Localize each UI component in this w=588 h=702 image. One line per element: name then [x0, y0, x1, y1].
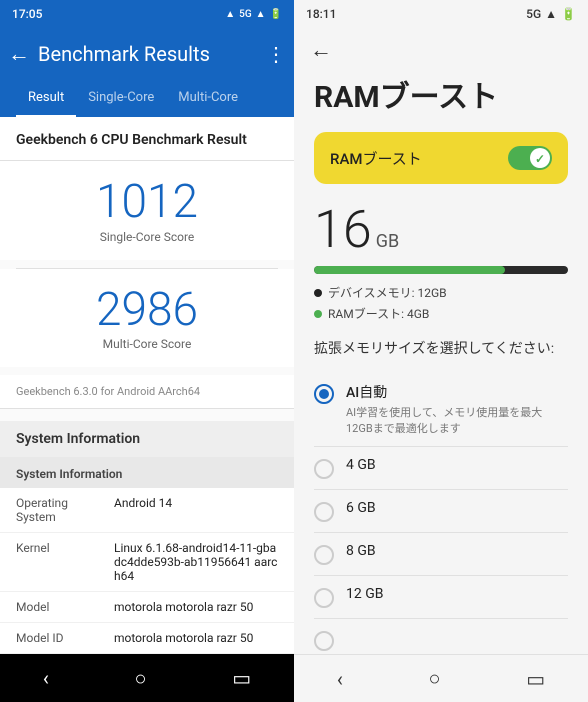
radio-option-ai[interactable]: AI自動 AI学習を使用して、メモリ使用量を最大12GBまで最適化します: [314, 372, 568, 447]
signal-right: ▲: [545, 7, 557, 21]
gb-display: 16 GB: [314, 204, 568, 256]
progress-bar-fill: [314, 266, 505, 274]
ram-boost-toggle[interactable]: ✓: [508, 146, 552, 170]
legend-device-label: デバイスメモリ: 12GB: [328, 284, 447, 301]
back-button-left[interactable]: ←: [8, 41, 30, 67]
system-info-header-label: System Information: [16, 467, 122, 481]
nav-home-icon-right[interactable]: ○: [429, 666, 441, 691]
info-key-os: Operating System: [16, 496, 106, 524]
nav-back-icon[interactable]: ‹: [43, 666, 49, 690]
table-row: Model ID motorola motorola razr 50: [0, 623, 294, 654]
multi-core-score: 2986: [16, 285, 278, 336]
expand-label: 拡張メモリサイズを選択してください:: [314, 338, 568, 358]
memory-legend: デバイスメモリ: 12GB RAMブースト: 4GB: [314, 284, 568, 322]
nav-bar-left: ‹ ○ ▭: [0, 654, 294, 702]
table-row: Kernel Linux 6.1.68-android14-11-gbadc4d…: [0, 533, 294, 592]
gb-number: 16: [314, 204, 372, 256]
info-value-model-id: motorola motorola razr 50: [114, 631, 278, 645]
battery-icon: 🔋: [270, 9, 282, 20]
ram-boost-toggle-label: RAMブースト: [330, 148, 422, 169]
radio-label-12gb: 12 GB: [346, 586, 383, 602]
multi-core-section: 2986 Multi-Core Score: [0, 269, 294, 368]
radio-option-8gb[interactable]: 8 GB: [314, 533, 568, 576]
battery-right: 🔋: [561, 7, 576, 21]
single-core-section: 1012 Single-Core Score: [0, 161, 294, 260]
radio-circle-6gb: [314, 502, 334, 522]
info-table: System Information Operating System Andr…: [0, 457, 294, 654]
info-key-kernel: Kernel: [16, 541, 106, 583]
time-left: 17:05: [12, 7, 42, 21]
top-bar-right: ←: [294, 28, 588, 72]
nav-home-icon[interactable]: ○: [135, 666, 147, 691]
info-key-model: Model: [16, 600, 106, 614]
legend-dot-ram: [314, 310, 322, 318]
info-value-model: motorola motorola razr 50: [114, 600, 278, 614]
system-info-section-title: System Information: [0, 421, 294, 457]
left-panel: 17:05 ▲ 5G ▲ 🔋 ← Benchmark Results ⋮ Res…: [0, 0, 294, 702]
benchmark-title: Geekbench 6 CPU Benchmark Result: [16, 132, 247, 148]
radio-circle-8gb: [314, 545, 334, 565]
status-icons-right: 5G ▲ 🔋: [526, 7, 576, 21]
status-bar-right: 18:11 5G ▲ 🔋: [294, 0, 588, 28]
tab-single-core[interactable]: Single-Core: [76, 80, 166, 117]
radio-option-6gb[interactable]: 6 GB: [314, 490, 568, 533]
radio-option-12gb[interactable]: 12 GB: [314, 576, 568, 619]
ram-boost-toggle-row: RAMブースト ✓: [314, 132, 568, 184]
radio-option-4gb[interactable]: 4 GB: [314, 447, 568, 490]
radio-option-more[interactable]: [314, 619, 568, 654]
page-title-left: Benchmark Results: [38, 42, 266, 66]
content-left: Geekbench 6 CPU Benchmark Result 1012 Si…: [0, 117, 294, 654]
legend-dot-device: [314, 289, 322, 297]
ram-boost-page-title: RAMブースト: [314, 72, 568, 116]
radio-circle-ai: [314, 384, 334, 404]
status-bar-left: 17:05 ▲ 5G ▲ 🔋: [0, 0, 294, 28]
info-key-model-id: Model ID: [16, 631, 106, 645]
back-button-right[interactable]: ←: [310, 37, 332, 63]
system-info-header-row: System Information: [0, 457, 294, 488]
tabs-bar: Result Single-Core Multi-Core: [0, 80, 294, 117]
benchmark-title-row: Geekbench 6 CPU Benchmark Result: [0, 117, 294, 161]
radio-label-8gb: 8 GB: [346, 543, 376, 559]
toggle-check-icon: ✓: [535, 152, 545, 166]
radio-circle-more: [314, 631, 334, 651]
time-right: 18:11: [306, 7, 336, 21]
radio-label-6gb: 6 GB: [346, 500, 376, 516]
right-panel: 18:11 5G ▲ 🔋 ← RAMブースト RAMブースト ✓ 16 GB: [294, 0, 588, 702]
multi-core-label: Multi-Core Score: [16, 337, 278, 351]
status-icons-left: ▲ 5G ▲ 🔋: [225, 9, 282, 20]
nav-bar-right: ‹ ○ ▭: [294, 654, 588, 702]
info-value-kernel: Linux 6.1.68-android14-11-gbadc4dde593b-…: [114, 541, 278, 583]
nav-recents-icon-right[interactable]: ▭: [526, 667, 545, 691]
legend-device: デバイスメモリ: 12GB: [314, 284, 568, 301]
info-value-os: Android 14: [114, 496, 278, 524]
radio-inner-ai: [319, 389, 329, 399]
more-options-icon[interactable]: ⋮: [266, 42, 286, 66]
content-right: RAMブースト RAMブースト ✓ 16 GB デバイスメモリ: 12GB R: [294, 72, 588, 654]
toggle-knob: ✓: [530, 148, 550, 168]
radio-label-ai: AI自動 AI学習を使用して、メモリ使用量を最大12GBまで最適化します: [346, 382, 568, 436]
signal-left: ▲: [225, 9, 235, 20]
single-core-score: 1012: [16, 177, 278, 228]
gb-unit: GB: [376, 231, 399, 252]
legend-ram-label: RAMブースト: 4GB: [328, 305, 429, 322]
radio-circle-4gb: [314, 459, 334, 479]
table-row: Operating System Android 14: [0, 488, 294, 533]
nav-back-icon-right[interactable]: ‹: [337, 667, 343, 691]
geekbench-version: Geekbench 6.3.0 for Android AArch64: [0, 375, 294, 409]
radio-main-label-ai: AI自動: [346, 382, 568, 402]
table-row: Model motorola motorola razr 50: [0, 592, 294, 623]
radio-circle-12gb: [314, 588, 334, 608]
5g-left: 5G: [239, 9, 252, 20]
5g-right: 5G: [526, 7, 541, 21]
radio-sub-label-ai: AI学習を使用して、メモリ使用量を最大12GBまで最適化します: [346, 404, 568, 436]
single-core-label: Single-Core Score: [16, 230, 278, 244]
radio-label-4gb: 4 GB: [346, 457, 376, 473]
wifi-icon: ▲: [256, 9, 266, 20]
tab-result[interactable]: Result: [16, 80, 76, 117]
top-bar-left: ← Benchmark Results ⋮: [0, 28, 294, 80]
legend-ram: RAMブースト: 4GB: [314, 305, 568, 322]
nav-recents-icon[interactable]: ▭: [232, 666, 251, 690]
tab-multi-core[interactable]: Multi-Core: [166, 80, 250, 117]
progress-bar: [314, 266, 568, 274]
